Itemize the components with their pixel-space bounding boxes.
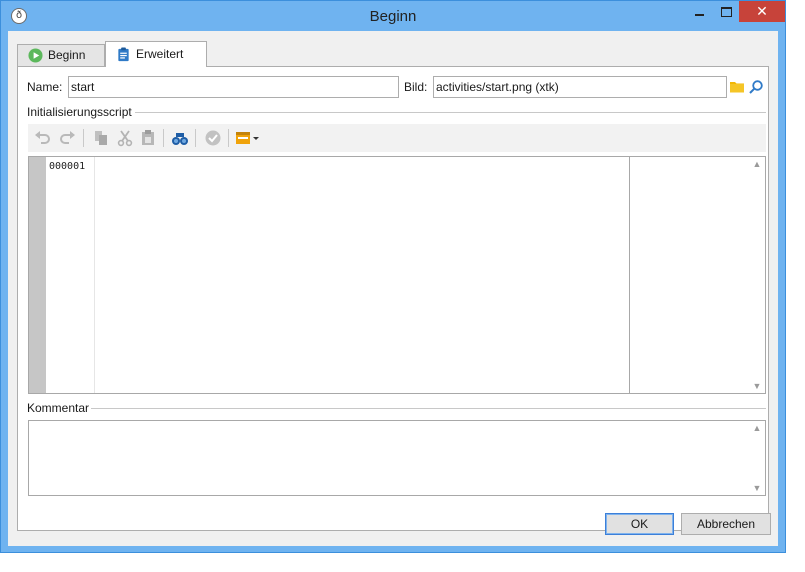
tab-erweitert[interactable]: Erweitert (105, 41, 207, 67)
title-bar[interactable]: ð Beginn ✕ (1, 1, 785, 31)
minimize-icon (695, 13, 704, 16)
comment-scrollbar[interactable]: ▲ ▼ (749, 421, 765, 495)
tab-label: Erweitert (136, 47, 184, 61)
paste-icon[interactable] (139, 129, 157, 147)
insert-menu-icon[interactable] (235, 129, 261, 147)
toolbar-separator (83, 129, 84, 147)
close-icon: ✕ (756, 3, 768, 19)
name-label: Name: (27, 80, 63, 94)
binoculars-icon[interactable] (171, 129, 189, 147)
check-icon[interactable] (204, 129, 222, 147)
image-label: Bild: (404, 80, 428, 94)
script-section-label: Initialisierungsscript (27, 105, 132, 119)
copy-icon[interactable] (92, 129, 110, 147)
maximize-button[interactable] (713, 1, 740, 22)
dialog-window: ð Beginn ✕ Beginn Erweitert Name: start … (0, 0, 786, 553)
cancel-button[interactable]: Abbrechen (681, 513, 771, 535)
scroll-down-icon[interactable]: ▼ (749, 381, 765, 391)
play-circle-icon (28, 48, 43, 63)
clipboard-icon (118, 47, 129, 62)
script-toolbar (28, 124, 766, 152)
divider (91, 408, 766, 409)
tab-panel-erweitert: Name: start Bild: activities/start.png (… (17, 66, 769, 531)
ok-button[interactable]: OK (605, 513, 674, 535)
folder-icon[interactable] (729, 79, 745, 94)
gutter-divider (94, 157, 95, 393)
editor-scrollbar[interactable]: ▲ ▼ (749, 157, 765, 393)
editor-split-divider[interactable] (629, 157, 630, 393)
toolbar-separator (163, 129, 164, 147)
line-number: 000001 (49, 161, 86, 172)
scroll-up-icon[interactable]: ▲ (749, 159, 765, 169)
close-button[interactable]: ✕ (739, 1, 785, 22)
editor-gutter (29, 157, 46, 393)
search-icon[interactable] (748, 79, 764, 95)
comment-section-label: Kommentar (27, 401, 90, 415)
script-editor[interactable]: 000001 ▲ ▼ (28, 156, 766, 394)
toolbar-separator (228, 129, 229, 147)
tab-label: Beginn (48, 48, 86, 62)
undo-icon[interactable] (34, 129, 52, 147)
window-title: Beginn (369, 8, 417, 25)
divider (135, 112, 766, 113)
minimize-button[interactable] (686, 1, 713, 22)
maximize-icon (721, 6, 732, 17)
dialog-client: Beginn Erweitert Name: start Bild: activ… (8, 31, 778, 546)
comment-field[interactable]: ▲ ▼ (28, 420, 766, 496)
image-field[interactable]: activities/start.png (xtk) (433, 76, 727, 98)
tab-beginn[interactable]: Beginn (17, 44, 105, 66)
name-field[interactable]: start (68, 76, 399, 98)
redo-icon[interactable] (58, 129, 76, 147)
toolbar-separator (195, 129, 196, 147)
cut-icon[interactable] (116, 129, 134, 147)
scroll-up-icon[interactable]: ▲ (749, 423, 765, 433)
scroll-down-icon[interactable]: ▼ (749, 483, 765, 493)
